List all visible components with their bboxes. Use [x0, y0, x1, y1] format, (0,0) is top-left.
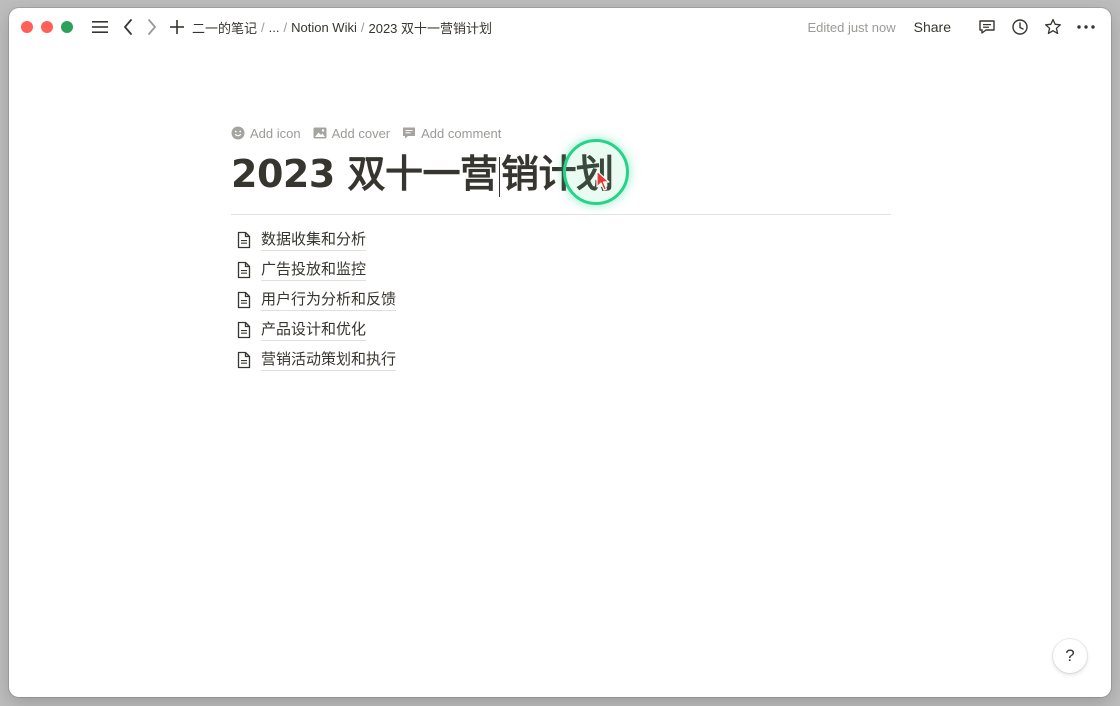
text-caret — [498, 156, 500, 197]
help-button[interactable]: ? — [1053, 639, 1087, 673]
new-page-icon[interactable] — [169, 20, 185, 34]
app-window: 二一的笔记 / ... / Notion Wiki / 2023 双十一营销计划… — [9, 8, 1111, 697]
page-icon — [237, 261, 251, 279]
topbar-actions: Edited just now Share — [807, 8, 1097, 46]
zoom-window-button[interactable] — [61, 21, 73, 33]
add-icon-label: Add icon — [250, 125, 301, 141]
page-icon — [237, 291, 251, 309]
breadcrumb-item[interactable]: 二一的笔记 — [189, 16, 260, 39]
add-cover-label: Add cover — [331, 125, 391, 141]
image-icon — [313, 127, 327, 139]
page-title[interactable]: 2023 双十一营销计划 — [231, 148, 891, 215]
add-cover-button[interactable]: Add cover — [313, 125, 391, 141]
subpage-link[interactable]: 数据收集和分析 — [231, 225, 891, 255]
more-icon[interactable] — [1075, 16, 1097, 38]
page-icon — [237, 231, 251, 249]
subpage-list: 数据收集和分析 广告投放和监控 用户行为分析和反馈 产品设计和优化 营销活动策划… — [231, 225, 891, 375]
page-actions: Add icon Add cover Add comment — [231, 118, 891, 148]
subpage-link[interactable]: 广告投放和监控 — [231, 255, 891, 285]
page-icon — [237, 351, 251, 369]
minimize-window-button[interactable] — [41, 21, 53, 33]
subpage-link[interactable]: 用户行为分析和反馈 — [231, 285, 891, 315]
share-button[interactable]: Share — [914, 19, 951, 35]
add-comment-label: Add comment — [421, 125, 502, 141]
breadcrumb: 二一的笔记 / ... / Notion Wiki / 2023 双十一营销计划 — [189, 16, 495, 39]
subpage-title: 营销活动策划和执行 — [261, 350, 397, 371]
subpage-title: 产品设计和优化 — [261, 320, 367, 341]
favorite-star-icon[interactable] — [1042, 16, 1064, 38]
close-window-button[interactable] — [21, 21, 33, 33]
subpage-title: 用户行为分析和反馈 — [261, 290, 397, 311]
subpage-title: 数据收集和分析 — [261, 230, 367, 251]
subpage-link[interactable]: 营销活动策划和执行 — [231, 345, 891, 375]
mouse-pointer-icon — [596, 170, 610, 191]
subpage-link[interactable]: 产品设计和优化 — [231, 315, 891, 345]
add-comment-button[interactable]: Add comment — [402, 126, 501, 141]
breadcrumb-item-current[interactable]: 2023 双十一营销计划 — [365, 16, 495, 39]
menu-icon[interactable] — [91, 20, 109, 34]
breadcrumb-item[interactable]: Notion Wiki — [288, 18, 360, 37]
forward-icon[interactable] — [145, 19, 159, 35]
page-icon — [237, 321, 251, 339]
comment-bubble-icon — [403, 127, 416, 139]
smiley-icon — [231, 126, 245, 140]
edited-status: Edited just now — [807, 19, 896, 35]
page-title-text-start: 2023 双十一营 — [231, 152, 498, 196]
comment-icon[interactable] — [976, 16, 998, 38]
help-label: ? — [1065, 646, 1075, 665]
back-icon[interactable] — [121, 19, 135, 35]
breadcrumb-item[interactable]: ... — [266, 18, 283, 37]
add-icon-button[interactable]: Add icon — [231, 126, 301, 141]
history-icon[interactable] — [1009, 16, 1031, 38]
top-bar: 二一的笔记 / ... / Notion Wiki / 2023 双十一营销计划… — [9, 8, 1111, 46]
window-controls — [21, 21, 73, 33]
subpage-title: 广告投放和监控 — [261, 260, 367, 281]
page-content: Add icon Add cover Add comment 2023 双十一营… — [231, 118, 891, 375]
